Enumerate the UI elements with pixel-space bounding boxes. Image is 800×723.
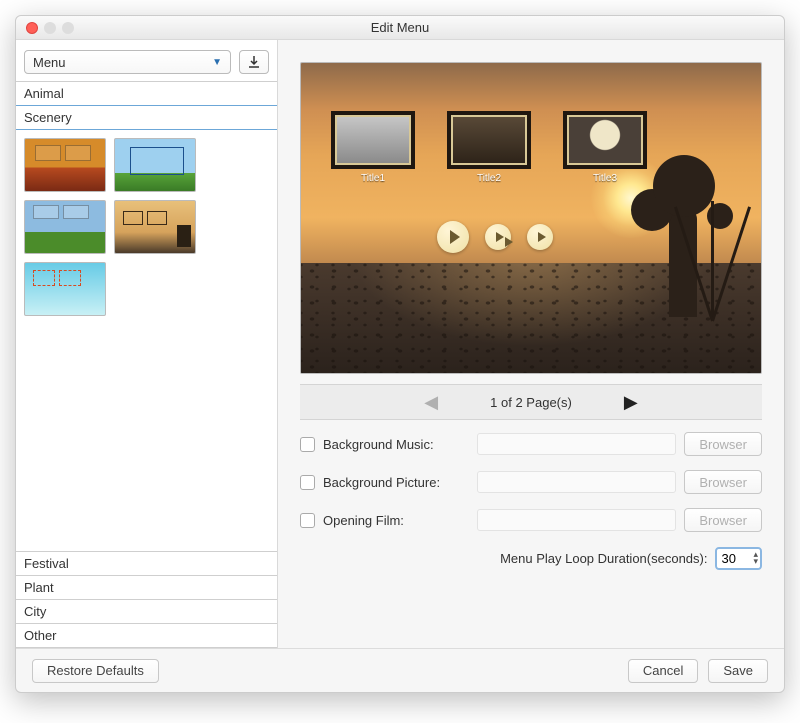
tripod-graphic [683, 181, 743, 321]
pager-next-button[interactable]: ▶ [622, 392, 640, 413]
title-caption: Title3 [563, 173, 647, 184]
category-scenery[interactable]: Scenery [16, 105, 277, 130]
title-frame[interactable]: Title2 [447, 111, 531, 184]
sidebar: Menu ▼ Animal Scenery Festival Plant Cit… [16, 40, 278, 648]
category-animal[interactable]: Animal [16, 81, 277, 106]
zoom-icon[interactable] [62, 22, 74, 34]
title-frame[interactable]: Title3 [563, 111, 647, 184]
play-button[interactable] [437, 221, 469, 253]
bg-picture-checkbox[interactable] [300, 475, 315, 490]
bg-music-label: Background Music: [323, 437, 469, 452]
stepper-arrows[interactable]: ▴▾ [753, 551, 758, 565]
traffic-lights [26, 22, 74, 34]
chevron-down-icon: ▾ [753, 558, 758, 565]
title-frame[interactable]: Title1 [331, 111, 415, 184]
category-dropdown[interactable]: Menu ▼ [24, 50, 231, 74]
footer: Restore Defaults Cancel Save [16, 648, 784, 692]
category-plant[interactable]: Plant [16, 575, 277, 600]
bg-music-checkbox[interactable] [300, 437, 315, 452]
loop-duration-label: Menu Play Loop Duration(seconds): [500, 551, 707, 566]
opening-film-label: Opening Film: [323, 513, 469, 528]
bg-music-browse-button[interactable]: Browser [684, 432, 762, 456]
save-button[interactable]: Save [708, 659, 768, 683]
minimize-icon[interactable] [44, 22, 56, 34]
playback-controls [437, 221, 553, 253]
pager: ◀ 1 of 2 Page(s) ▶ [300, 384, 762, 420]
fast-forward-icon [496, 232, 504, 242]
download-button[interactable] [239, 50, 269, 74]
cancel-button[interactable]: Cancel [628, 659, 698, 683]
main-panel: Title1 Title2 Title3 ◀ 1 of 2 Page(s) ▶ [278, 40, 784, 648]
titlebar: Edit Menu [16, 16, 784, 40]
template-thumb[interactable] [24, 200, 106, 254]
title-caption: Title2 [447, 173, 531, 184]
close-icon[interactable] [26, 22, 38, 34]
next-icon [538, 232, 546, 242]
category-other[interactable]: Other [16, 623, 277, 648]
template-thumbnails [16, 130, 277, 552]
menu-preview: Title1 Title2 Title3 [300, 62, 762, 374]
loop-duration-input[interactable] [719, 551, 753, 566]
template-thumb[interactable] [114, 200, 196, 254]
download-icon [248, 56, 260, 68]
loop-duration-stepper[interactable]: ▴▾ [715, 547, 762, 570]
opening-film-field[interactable] [477, 509, 676, 531]
pager-label: 1 of 2 Page(s) [490, 395, 572, 410]
bg-picture-label: Background Picture: [323, 475, 469, 490]
dropdown-label: Menu [33, 55, 66, 70]
settings-form: Background Music: Browser Background Pic… [278, 420, 784, 584]
title-frames: Title1 Title2 Title3 [331, 111, 647, 184]
category-festival[interactable]: Festival [16, 551, 277, 576]
opening-film-browse-button[interactable]: Browser [684, 508, 762, 532]
edit-menu-window: Edit Menu Menu ▼ Animal Scenery [15, 15, 785, 693]
template-thumb[interactable] [24, 138, 106, 192]
restore-defaults-button[interactable]: Restore Defaults [32, 659, 159, 683]
bg-picture-browse-button[interactable]: Browser [684, 470, 762, 494]
template-thumb[interactable] [114, 138, 196, 192]
chevron-down-icon: ▼ [212, 57, 222, 68]
title-caption: Title1 [331, 173, 415, 184]
fast-forward-button[interactable] [485, 224, 511, 250]
pager-prev-button[interactable]: ◀ [422, 392, 440, 413]
template-thumb[interactable] [24, 262, 106, 316]
category-city[interactable]: City [16, 599, 277, 624]
play-icon [450, 230, 460, 244]
opening-film-checkbox[interactable] [300, 513, 315, 528]
window-title: Edit Menu [371, 20, 430, 35]
bg-picture-field[interactable] [477, 471, 676, 493]
bg-music-field[interactable] [477, 433, 676, 455]
next-button[interactable] [527, 224, 553, 250]
body: Menu ▼ Animal Scenery Festival Plant Cit… [16, 40, 784, 648]
